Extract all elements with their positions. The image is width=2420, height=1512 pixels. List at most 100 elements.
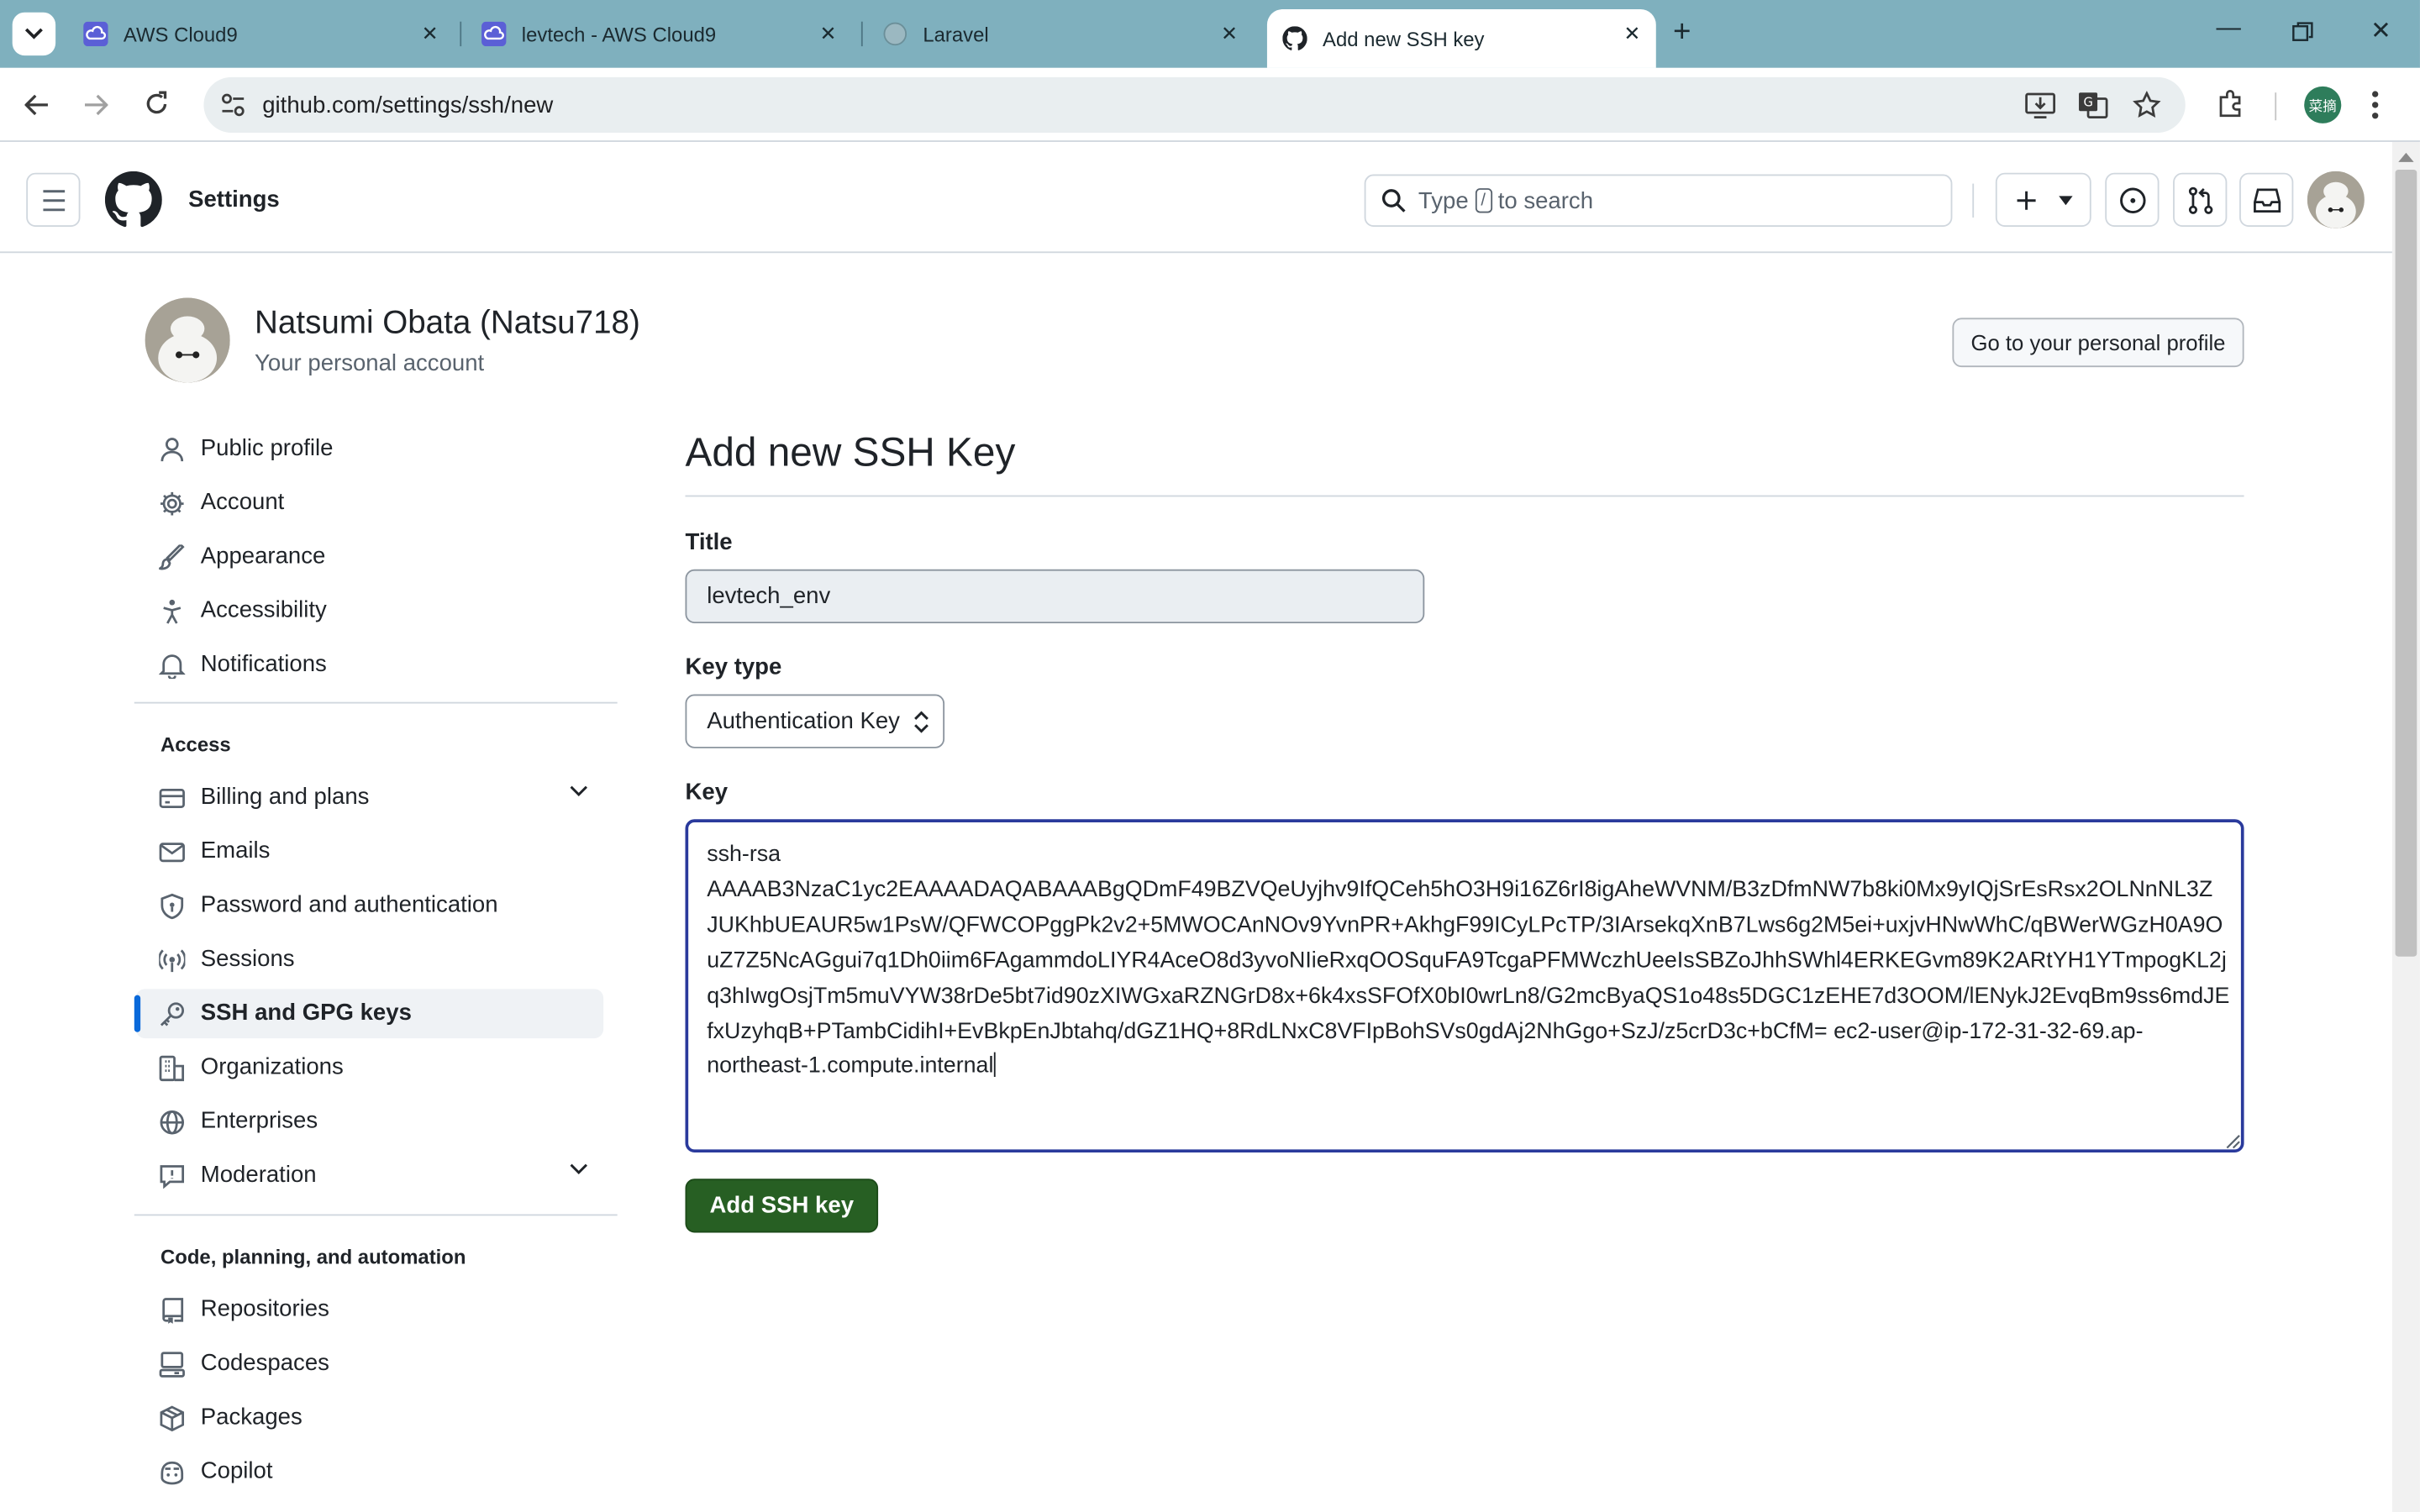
accessibility-icon <box>163 599 182 624</box>
translate-icon[interactable]: G <box>2077 91 2108 118</box>
header-context-title[interactable]: Settings <box>188 186 280 213</box>
tab-add-ssh-key[interactable]: Add new SSH key ✕ <box>1266 9 1656 68</box>
scrollbar-thumb[interactable] <box>2395 170 2417 957</box>
tab-laravel[interactable]: Laravel ✕ <box>867 9 1253 59</box>
sidebar-item-account[interactable]: Account <box>136 478 604 528</box>
sidebar-item-moderation[interactable]: Moderation <box>136 1151 604 1200</box>
browser-profile-avatar[interactable]: 菜摘 <box>2304 86 2342 123</box>
more-menu-icon[interactable] <box>2370 90 2380 121</box>
sidebar-divider <box>134 701 618 704</box>
key-line-last: northeast-1.compute.internal <box>707 1050 2223 1085</box>
globe-icon <box>160 1110 185 1135</box>
pull-requests-button[interactable] <box>2173 172 2228 227</box>
key-textarea[interactable]: ssh-rsa AAAAB3NzaC1yc2EAAAADAQABAAABgQDm… <box>685 819 2244 1153</box>
key-line: uZ7Z5NcAGgui7q1Dh0iim6FAgammdoLIYR4AceO8… <box>707 948 2227 974</box>
reload-icon[interactable] <box>144 91 170 117</box>
copilot-icon <box>160 1461 184 1485</box>
title-input[interactable]: levtech_env <box>685 569 1425 624</box>
sidebar-item-billing[interactable]: Billing and plans <box>136 773 604 822</box>
tab-label: levtech - AWS Cloud9 <box>521 22 717 46</box>
key-line: ssh-rsa <box>707 842 781 868</box>
tab-aws-cloud9[interactable]: AWS Cloud9 ✕ <box>68 9 454 59</box>
screen: AWS Cloud9 ✕ levtech - AWS Cloud9 ✕ Lara… <box>0 0 2420 1512</box>
tab-search-button[interactable] <box>12 12 56 56</box>
scroll-up-icon[interactable] <box>2398 151 2414 164</box>
sidebar-item-enterprises[interactable]: Enterprises <box>136 1097 604 1147</box>
new-tab-icon[interactable]: + <box>1673 17 1691 48</box>
title-label: Title <box>685 528 733 556</box>
tab-label: AWS Cloud9 <box>123 22 238 46</box>
sidebar-item-packages[interactable]: Packages <box>136 1394 604 1443</box>
install-app-icon[interactable] <box>2025 91 2056 118</box>
menu-button[interactable] <box>26 172 81 227</box>
text-caret <box>993 1053 996 1078</box>
sidebar-item-repositories[interactable]: Repositories <box>136 1285 604 1335</box>
back-icon[interactable] <box>24 92 49 117</box>
repo-icon <box>162 1298 184 1324</box>
close-tab-icon[interactable]: ✕ <box>422 22 439 46</box>
sidebar-heading-access: Access <box>160 732 231 756</box>
sidebar-item-label: Enterprises <box>200 1107 318 1134</box>
url-text: github.com/settings/ssh/new <box>262 92 554 118</box>
create-new-button[interactable] <box>1995 172 2091 227</box>
search-input[interactable]: Type / to search <box>1364 174 1953 227</box>
site-settings-icon[interactable] <box>219 91 247 118</box>
caret-down-icon <box>2058 195 2072 205</box>
sidebar-item-label: Emails <box>200 837 271 864</box>
close-tab-icon[interactable]: ✕ <box>1623 22 1640 46</box>
key-line: JUKhbUEAUR5w1PsW/QFWCOPggPk2v2+5MWOCAnNO… <box>707 912 2223 938</box>
select-arrows-icon <box>914 711 929 733</box>
hamburger-icon <box>42 189 65 211</box>
sidebar-item-ssh-gpg-keys[interactable]: SSH and GPG keys <box>135 989 604 1039</box>
user-avatar[interactable] <box>2307 171 2365 228</box>
sidebar-item-label: Billing and plans <box>200 784 370 811</box>
resize-handle-icon[interactable] <box>2224 1132 2241 1149</box>
profile-subtitle: Your personal account <box>255 349 485 377</box>
key-type-select[interactable]: Authentication Key <box>685 694 945 748</box>
person-icon <box>160 438 184 462</box>
package-icon <box>160 1405 185 1432</box>
plus-icon <box>2016 190 2035 209</box>
sidebar-item-label: Sessions <box>200 945 295 973</box>
issues-button[interactable] <box>2105 172 2160 227</box>
minimize-icon[interactable]: — <box>2217 15 2241 43</box>
extensions-icon[interactable] <box>2217 88 2248 119</box>
organization-icon <box>159 1055 185 1082</box>
sidebar-item-notifications[interactable]: Notifications <box>136 640 604 690</box>
sidebar-item-organizations[interactable]: Organizations <box>136 1043 604 1093</box>
sidebar-item-sessions[interactable]: Sessions <box>136 935 604 984</box>
globe-icon <box>883 22 908 46</box>
tab-label: Add new SSH key <box>1323 27 1485 50</box>
sidebar-item-password-auth[interactable]: Password and authentication <box>136 881 604 931</box>
chevron-down-icon <box>570 785 587 796</box>
toolbar-divider <box>2275 92 2277 121</box>
key-line: northeast-1.compute.internal <box>707 1054 994 1079</box>
inbox-button[interactable] <box>2239 172 2294 227</box>
forward-icon[interactable] <box>83 92 108 117</box>
bookmark-star-icon[interactable] <box>2133 91 2161 118</box>
sidebar-item-public-profile[interactable]: Public profile <box>136 424 604 474</box>
sidebar-item-label: Repositories <box>200 1295 329 1323</box>
sidebar-item-accessibility[interactable]: Accessibility <box>136 586 604 636</box>
close-tab-icon[interactable]: ✕ <box>1221 22 1238 46</box>
sidebar-item-appearance[interactable]: Appearance <box>136 533 604 582</box>
close-tab-icon[interactable]: ✕ <box>819 22 836 46</box>
github-logo-icon[interactable] <box>104 171 162 228</box>
sidebar-item-label: Accessibility <box>200 596 327 624</box>
sidebar-item-copilot[interactable]: Copilot <box>136 1447 604 1497</box>
search-shortcut-key: / <box>1475 188 1492 213</box>
header-divider <box>1972 183 1975 218</box>
close-window-icon[interactable]: ✕ <box>2370 15 2391 46</box>
browser-toolbar: github.com/settings/ssh/new G 菜摘 <box>0 67 2420 142</box>
sidebar-item-codespaces[interactable]: Codespaces <box>136 1339 604 1389</box>
selected-indicator <box>134 995 141 1032</box>
inbox-icon <box>2253 187 2281 213</box>
browser-tab-bar: AWS Cloud9 ✕ levtech - AWS Cloud9 ✕ Lara… <box>0 0 2420 68</box>
key-icon <box>160 1002 185 1026</box>
address-bar[interactable]: github.com/settings/ssh/new G <box>203 76 2186 133</box>
go-to-profile-button[interactable]: Go to your personal profile <box>1952 318 2244 368</box>
sidebar-item-emails[interactable]: Emails <box>136 827 604 876</box>
restore-icon[interactable] <box>2291 22 2313 44</box>
tab-levtech-cloud9[interactable]: levtech - AWS Cloud9 ✕ <box>466 9 852 59</box>
add-ssh-key-button[interactable]: Add SSH key <box>685 1179 879 1233</box>
